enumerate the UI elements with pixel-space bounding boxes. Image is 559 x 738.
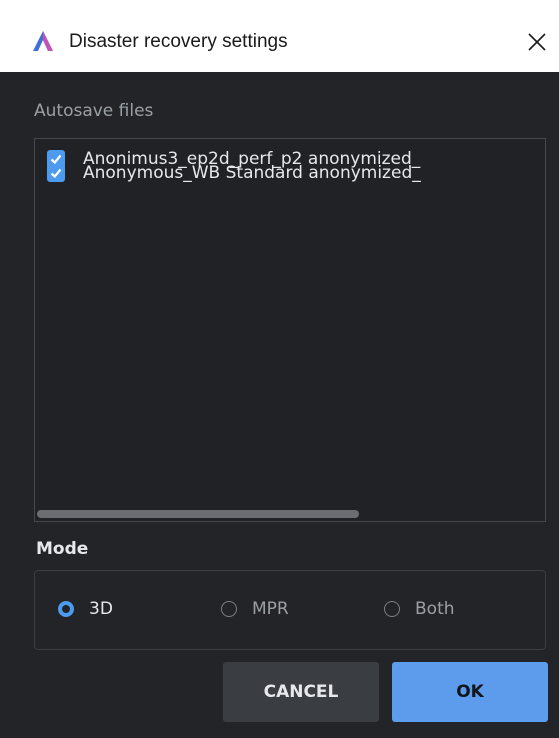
cancel-button[interactable]: CANCEL [223,662,379,722]
title-bar: Disaster recovery settings [0,0,559,73]
mode-radio-group: 3D MPR Both [34,570,546,650]
mode-option-label: Both [415,599,455,619]
file-item[interactable]: Anonymous_WB Standard anonymized_ [47,162,421,184]
close-button[interactable] [522,27,552,57]
radio-unselected-icon[interactable] [221,601,237,617]
mode-option-3d[interactable]: 3D [58,599,113,619]
radio-unselected-icon[interactable] [384,601,400,617]
ok-button[interactable]: OK [392,662,548,722]
app-logo-icon [33,31,53,51]
autosave-file-list[interactable]: Anonimus3_ep2d_perf_p2 anonymized_ Anony… [34,138,546,522]
radio-selected-icon[interactable] [58,601,74,617]
mode-option-both[interactable]: Both [384,599,455,619]
scrollbar-thumb[interactable] [37,510,359,518]
mode-option-mpr[interactable]: MPR [221,599,289,619]
autosave-files-label: Autosave files [34,101,154,121]
close-icon [528,33,546,51]
file-name: Anonymous_WB Standard anonymized_ [83,163,421,183]
mode-option-label: 3D [89,599,113,619]
mode-option-label: MPR [252,599,289,619]
horizontal-scrollbar[interactable] [37,510,541,518]
checkmark-icon [50,168,62,179]
mode-label: Mode [36,539,89,559]
window-title: Disaster recovery settings [69,31,288,52]
file-checkbox[interactable] [47,164,65,182]
